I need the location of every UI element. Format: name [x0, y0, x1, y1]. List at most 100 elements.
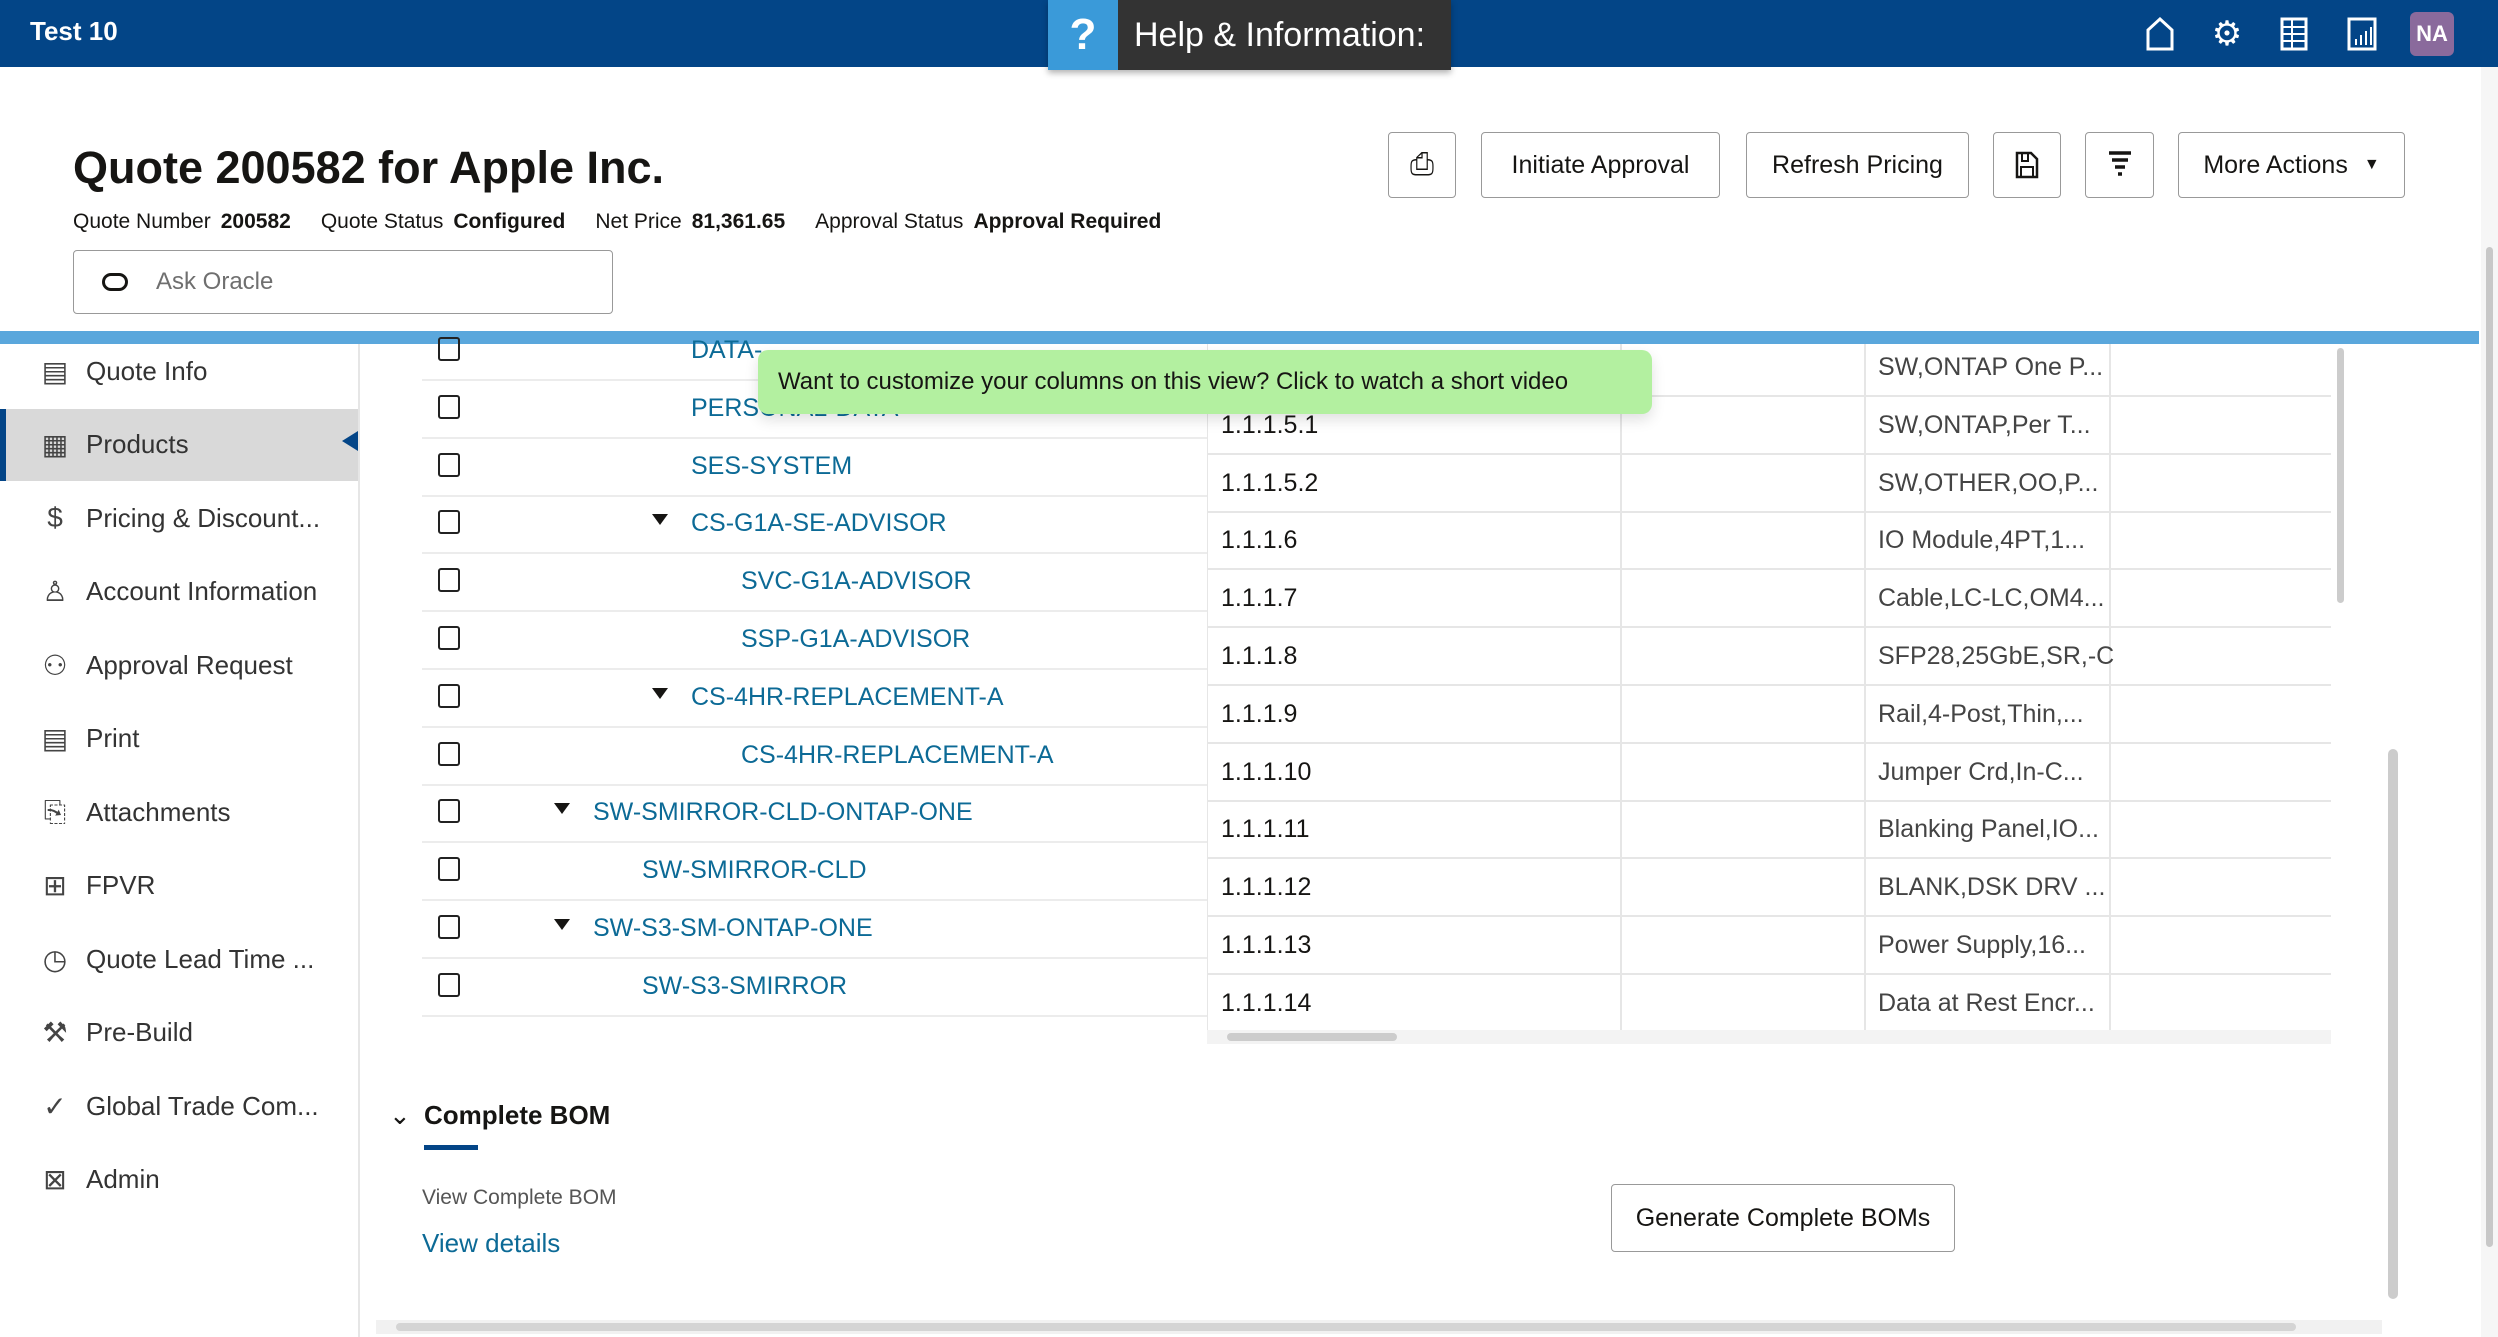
sidebar-item-label: Pricing & Discount...	[86, 502, 321, 533]
content-vertical-scrollbar[interactable]	[2388, 749, 2398, 1299]
row-checkbox[interactable]	[438, 857, 460, 882]
sidebar-item-label: FPVR	[86, 870, 156, 900]
sidebar-item-products[interactable]: ▦ Products	[0, 408, 358, 481]
sidebar-icon: ⊞	[43, 870, 67, 901]
avatar[interactable]: NA	[2410, 12, 2454, 56]
sidebar-item-attachments[interactable]: ⎘ Attachments	[0, 776, 358, 848]
row-checkbox[interactable]	[438, 915, 460, 939]
product-link[interactable]: CS-4HR-REPLACEMENT-A	[741, 741, 1054, 770]
product-link[interactable]: SW-S3-SMIRROR	[642, 972, 847, 1001]
row-checkbox[interactable]	[438, 394, 460, 419]
filter-button[interactable]	[2085, 132, 2154, 198]
sidebar-item-quote-info[interactable]: ▤ Quote Info	[0, 335, 358, 407]
sidebar-item-quote-lead-time[interactable]: ◷ Quote Lead Time ...	[0, 923, 358, 995]
description: IO Module,4PT,1...	[1878, 526, 2086, 555]
row-checkbox[interactable]	[438, 799, 460, 824]
tree-row: SW-SMIRROR-CLD	[422, 843, 1207, 902]
sidebar-item-account-information[interactable]: ♙ Account Information	[0, 556, 358, 628]
sidebar-item-admin[interactable]: ⊠ Admin	[0, 1144, 358, 1216]
meta-label: Approval Status	[815, 210, 964, 233]
caret-down-icon: ▼	[2363, 156, 2380, 173]
grid-horizontal-scrollbar[interactable]	[1207, 1030, 2331, 1044]
sidebar-icon: ⎘	[43, 795, 67, 827]
sidebar-icon: $	[47, 502, 63, 533]
meta-value: 81,361.65	[691, 210, 786, 233]
sidebar-icon: ▤	[41, 723, 69, 754]
sidebar-item-print[interactable]: ▤ Print	[0, 703, 358, 775]
home-icon[interactable]	[2138, 12, 2182, 56]
row-checkbox[interactable]	[438, 683, 460, 708]
meta-approval-status: Approval Status Approval Required	[815, 210, 1161, 234]
sidebar-item-pricing-discount[interactable]: $ Pricing & Discount...	[0, 482, 358, 554]
product-link[interactable]: SES-SYSTEM	[691, 452, 852, 481]
generate-complete-boms-button[interactable]: Generate Complete BOMs	[1611, 1184, 1955, 1252]
product-link[interactable]: SVC-G1A-ADVISOR	[741, 567, 972, 596]
product-link[interactable]: SSP-G1A-ADVISOR	[741, 625, 970, 654]
expand-arrow-icon[interactable]	[652, 514, 668, 526]
content-horizontal-scrollbar[interactable]	[376, 1320, 2382, 1334]
help-banner[interactable]: ? Help & Information:	[1048, 0, 1451, 70]
product-grid: SW,ONTAP One P... 1.1.1.5.1 SW,ONTAP,Per T…	[1207, 344, 2331, 1037]
product-link[interactable]: SW-SMIRROR-CLD	[642, 856, 867, 885]
sidebar-item-pre-build[interactable]: ⚒ Pre-Build	[0, 997, 358, 1069]
grid-vertical-scrollbar[interactable]	[2335, 344, 2347, 1037]
complete-bom-heading[interactable]: Complete BOM	[424, 1100, 610, 1131]
expand-arrow-icon[interactable]	[554, 919, 570, 930]
gear-icon[interactable]: ⚙	[2205, 12, 2249, 56]
product-link[interactable]: CS-4HR-REPLACEMENT-A	[691, 683, 1004, 712]
line-number: 1.1.1.6	[1221, 526, 1298, 555]
sidebar-item-global-trade-com[interactable]: ✓ Global Trade Com...	[0, 1070, 358, 1142]
line-number: 1.1.1.5.2	[1221, 468, 1319, 497]
table-row: 1.1.1.5.2 SW,OTHER,OO,P...	[1208, 455, 2331, 513]
sidebar-item-label: Attachments	[86, 796, 231, 827]
page-title: Quote 200582 for Apple Inc.	[73, 142, 664, 193]
print-button[interactable]: ⎙	[1388, 132, 1456, 198]
row-checkbox[interactable]	[438, 626, 460, 650]
ask-oracle-input[interactable]: Ask Oracle	[73, 250, 613, 314]
meta-value: 200582	[220, 210, 291, 233]
tree-row: SSP-G1A-ADVISOR	[422, 612, 1207, 670]
sidebar-item-label: Pre-Build	[86, 1017, 193, 1047]
row-checkbox[interactable]	[438, 510, 460, 535]
description: SW,ONTAP One P...	[1878, 353, 2104, 381]
sidebar-icon: ▦	[41, 429, 69, 460]
table-row: 1.1.1.11 Blanking Panel,IO...	[1208, 801, 2331, 860]
chart-icon[interactable]	[2340, 12, 2384, 56]
customize-columns-tooltip[interactable]: Want to customize your columns on this v…	[758, 350, 1652, 414]
more-actions-button[interactable]: More Actions ▼	[2178, 132, 2405, 198]
meta-label: Net Price	[595, 210, 682, 233]
description: Jumper Crd,In-C...	[1878, 757, 2084, 786]
row-checkbox[interactable]	[438, 337, 460, 361]
product-link[interactable]: SW-SMIRROR-CLD-ONTAP-ONE	[593, 798, 973, 827]
chevron-down-icon[interactable]: ⌄	[389, 1100, 411, 1131]
sidebar-item-fpvr[interactable]: ⊞ FPVR	[0, 850, 358, 922]
row-checkbox[interactable]	[438, 741, 460, 766]
description: SW,OTHER,OO,P...	[1878, 468, 2099, 497]
description: Cable,LC-LC,OM4...	[1878, 584, 2105, 613]
expand-arrow-icon[interactable]	[554, 803, 570, 815]
product-link[interactable]: CS-G1A-SE-ADVISOR	[691, 509, 947, 538]
row-checkbox[interactable]	[438, 568, 460, 593]
tree-row: CS-4HR-REPLACEMENT-A	[422, 728, 1207, 786]
grid-icon[interactable]	[2272, 12, 2316, 56]
save-button[interactable]	[1993, 132, 2061, 198]
table-row: 1.1.1.10 Jumper Crd,In-C...	[1208, 744, 2331, 802]
app-title: Test 10	[30, 16, 118, 46]
sidebar-item-approval-request[interactable]: ⚇ Approval Request	[0, 629, 358, 701]
page-scrollbar[interactable]	[2481, 67, 2498, 1337]
refresh-pricing-button[interactable]: Refresh Pricing	[1746, 132, 1969, 198]
view-details-link[interactable]: View details	[422, 1228, 560, 1259]
initiate-approval-button[interactable]: Initiate Approval	[1481, 132, 1720, 198]
product-link[interactable]: SW-S3-SM-ONTAP-ONE	[593, 914, 873, 943]
help-icon[interactable]: ?	[1048, 0, 1118, 70]
meta-value: Approval Required	[973, 210, 1162, 233]
row-checkbox[interactable]	[438, 972, 460, 997]
help-title: Help & Information:	[1118, 0, 1451, 70]
save-icon	[2015, 151, 2039, 179]
section-divider	[0, 331, 2479, 344]
product-link[interactable]: DATA-	[691, 336, 762, 365]
expand-arrow-icon[interactable]	[652, 687, 668, 699]
line-number: 1.1.1.13	[1221, 931, 1312, 959]
row-checkbox[interactable]	[438, 452, 460, 477]
sidebar-icon: ♙	[42, 576, 68, 607]
